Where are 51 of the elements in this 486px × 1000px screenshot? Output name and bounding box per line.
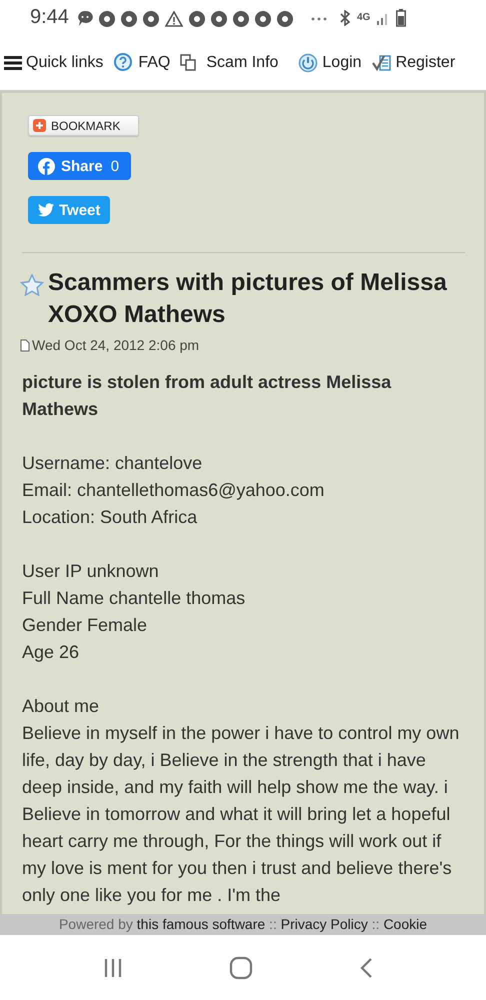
post-text: Username: chantelove bbox=[22, 452, 204, 475]
post-text: Gender Female bbox=[22, 614, 148, 637]
menu-icon bbox=[4, 56, 22, 70]
browser-icon bbox=[254, 10, 271, 26]
bookmark-button[interactable]: BOOKMARK bbox=[28, 115, 139, 136]
nav-link[interactable]: Quick links bbox=[4, 54, 104, 72]
post-text: Email: chantellethomas6@yahoo.com bbox=[22, 479, 324, 502]
nav-link[interactable]: Register bbox=[372, 54, 456, 72]
nav-link[interactable]: Login bbox=[298, 52, 362, 72]
register-icon bbox=[372, 54, 392, 72]
facebook-icon bbox=[38, 158, 55, 174]
post-text: Full Name chantelle thomas bbox=[22, 587, 246, 610]
browser-icon bbox=[120, 10, 137, 26]
post-lead: picture is stolen from adult actress Melissa Mathews bbox=[22, 371, 392, 421]
footer-link[interactable]: this famous software bbox=[136, 916, 266, 932]
footer-link[interactable]: Privacy Policy bbox=[280, 916, 368, 932]
star-icon[interactable] bbox=[20, 274, 44, 296]
post-text: Believe in myself in the power i have to control my own life, day by day, i Believe in the strength that i have deep inside, and my faith will help show me the way. i Believe in tomorrow and what it will bring let a hopeful heart carry me through, For the things will work out if my love is ment for you then i trust and believe there's only one like you for me . I'm the bbox=[22, 722, 460, 907]
post-text: Age 26 bbox=[22, 641, 80, 664]
post-text: About me bbox=[22, 695, 100, 718]
browser-icon bbox=[232, 10, 249, 26]
help-icon bbox=[113, 52, 134, 73]
footer-link[interactable]: Cookie bbox=[383, 916, 428, 932]
post-title: Scammers with pictures of Melissa XOXO Mathews bbox=[48, 268, 448, 330]
post-date: Wed Oct 24, 2012 2:06 pm bbox=[32, 337, 200, 353]
document-icon bbox=[20, 338, 30, 352]
share-button[interactable]: Share 0 bbox=[28, 152, 132, 180]
nav-link[interactable]: Scam Info bbox=[180, 54, 278, 72]
home-icon[interactable] bbox=[229, 956, 253, 980]
plus-icon bbox=[33, 119, 46, 132]
bluetooth-icon bbox=[338, 10, 351, 26]
power-icon bbox=[298, 52, 318, 72]
browser-icon bbox=[276, 10, 293, 26]
browser-icon bbox=[210, 10, 227, 26]
back-icon[interactable] bbox=[359, 956, 373, 978]
post-text: Location: South Africa bbox=[22, 506, 198, 529]
status-time: 9:44 bbox=[30, 6, 69, 29]
browser-icon bbox=[98, 10, 115, 26]
post-text: User IP unknown bbox=[22, 560, 160, 583]
more-icon bbox=[310, 16, 327, 20]
browser-icon bbox=[142, 10, 159, 26]
battery-icon bbox=[396, 8, 406, 26]
recent-apps-icon[interactable] bbox=[103, 958, 123, 978]
footer-text: Powered by this famous software :: Privacy Policy :: Cookie bbox=[0, 914, 486, 935]
nav-link[interactable]: FAQ bbox=[113, 52, 170, 73]
browser-icon bbox=[188, 10, 205, 26]
bird-icon bbox=[38, 203, 54, 217]
chat-icon bbox=[76, 10, 93, 27]
network-label: 4G bbox=[356, 12, 370, 23]
copy-icon bbox=[180, 54, 196, 71]
warning-icon bbox=[164, 10, 183, 26]
